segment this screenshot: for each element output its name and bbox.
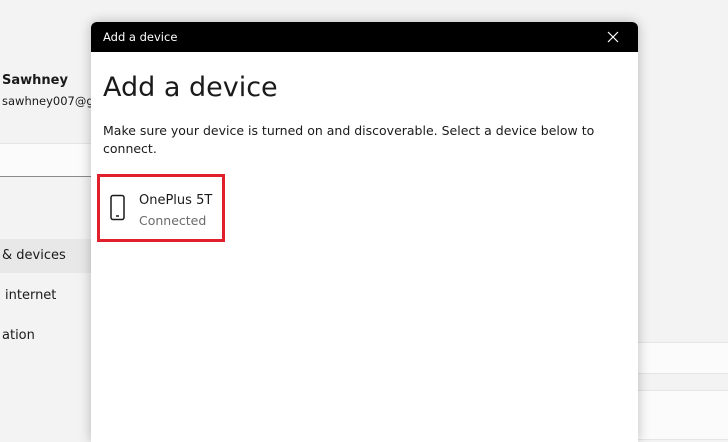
dialog-titlebar: Add a device xyxy=(91,22,638,52)
add-device-dialog: Add a device Add a device Make sure your… xyxy=(91,22,638,442)
dialog-description: Make sure your device is turned on and d… xyxy=(103,123,595,156)
settings-card[interactable] xyxy=(638,342,728,374)
sidebar-item-label: & devices xyxy=(2,248,66,263)
sidebar-item-label: ation xyxy=(2,328,35,343)
sidebar-item-personalization[interactable]: ation xyxy=(0,319,94,353)
sidebar-item-bluetooth-devices[interactable]: & devices xyxy=(0,239,94,273)
sidebar-item-label: internet xyxy=(5,288,57,303)
profile-email: sawhney007@gm xyxy=(2,94,105,108)
dialog-heading: Add a device xyxy=(103,72,278,103)
settings-search-input[interactable] xyxy=(0,143,94,177)
sidebar-item-network-internet[interactable]: internet xyxy=(0,279,94,313)
device-status: Connected xyxy=(139,213,207,228)
device-item-oneplus-5t[interactable]: OnePlus 5T Connected xyxy=(97,174,225,242)
dialog-titlebar-title: Add a device xyxy=(103,30,178,44)
close-button[interactable] xyxy=(596,25,630,49)
settings-card[interactable] xyxy=(638,390,728,440)
device-name: OnePlus 5T xyxy=(139,193,213,208)
profile-name: Sawhney xyxy=(2,73,68,88)
phone-icon xyxy=(110,194,125,221)
close-icon xyxy=(607,31,619,43)
